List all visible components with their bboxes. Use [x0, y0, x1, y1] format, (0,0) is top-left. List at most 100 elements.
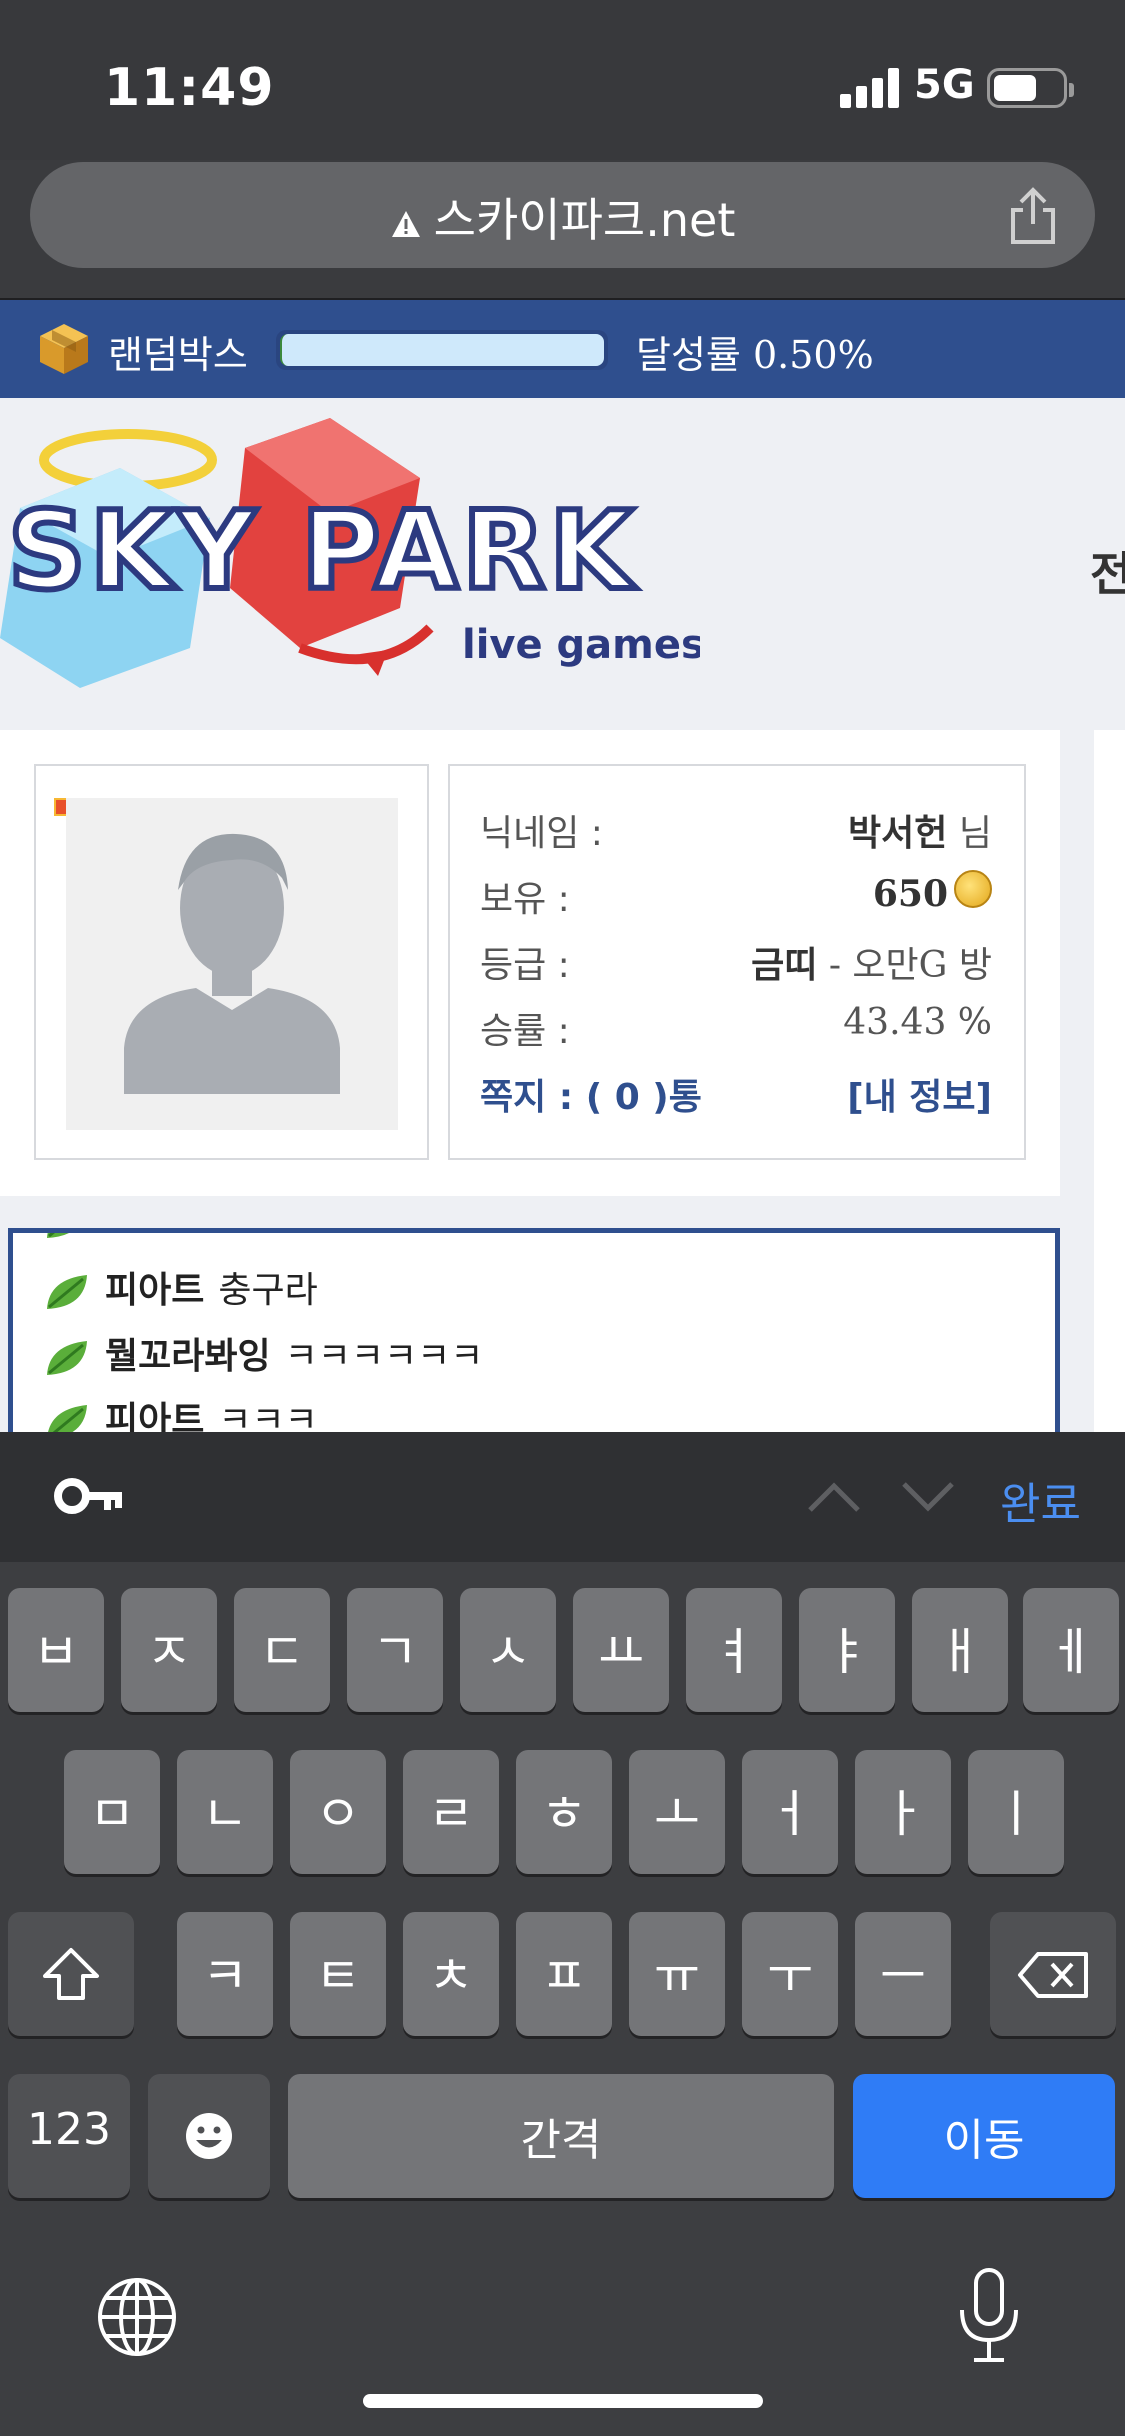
key-label: ㄱ — [372, 1623, 418, 1681]
password-key-icon[interactable] — [54, 1474, 126, 1518]
leaf-icon — [47, 1275, 87, 1309]
key-label: 이동 — [943, 2115, 1025, 2166]
key[interactable]: ㅓ — [742, 1750, 838, 1874]
my-info-link[interactable]: [내 정보] — [847, 1068, 992, 1120]
key[interactable]: ㅜ — [742, 1912, 838, 2036]
chevron-down-icon[interactable] — [900, 1478, 956, 1514]
url-display[interactable]: 스카이파크.net — [30, 184, 1095, 250]
url-text: 스카이파크.net — [433, 193, 736, 247]
logo-area: SKY PARK live games 전 — [0, 398, 1125, 730]
chevron-up-icon[interactable] — [806, 1478, 862, 1514]
nickname-value: 박서헌 — [848, 812, 948, 854]
key[interactable]: ㄴ — [177, 1750, 273, 1874]
profile-photo-frame — [34, 764, 429, 1160]
key[interactable]: ㅁ — [64, 1750, 160, 1874]
key-label: ㅜ — [767, 1947, 813, 2005]
key-label: ㅈ — [146, 1623, 192, 1681]
chat-nick[interactable]: 피아트 — [105, 1400, 204, 1432]
key-label: ㅡ — [880, 1947, 926, 2005]
web-content: 랜덤박스 달성률 0.50% SKY PARK live games 전 닉네임… — [0, 300, 1125, 1432]
logo-main-text: SKY PARK — [8, 489, 637, 614]
side-nav-text[interactable]: 전 — [1090, 538, 1125, 604]
winrate-value: 43.43 % — [843, 1002, 992, 1043]
coin-icon — [954, 870, 992, 908]
chat-text: ㅋㅋㅋ — [218, 1400, 318, 1432]
key[interactable]: ㅏ — [855, 1750, 951, 1874]
key[interactable]: ㅈ — [121, 1588, 217, 1712]
sky-park-logo[interactable]: SKY PARK live games — [0, 418, 705, 702]
key[interactable]: ㄹ — [403, 1750, 499, 1874]
right-panel-edge — [1094, 730, 1125, 1432]
links-row: 쪽지 : ( 0 )통 [내 정보] — [480, 1060, 992, 1118]
key[interactable]: ㄷ — [234, 1588, 330, 1712]
message-link[interactable]: 쪽지 : ( 0 )통 — [480, 1068, 702, 1120]
holding-label: 보유 : — [480, 879, 570, 920]
shift-key[interactable] — [8, 1912, 134, 2036]
holding-value: 650 — [872, 873, 948, 915]
key[interactable]: ㄱ — [347, 1588, 443, 1712]
key[interactable]: ㅠ — [629, 1912, 725, 2036]
chat-line: 피아트 충구라 — [43, 1261, 318, 1325]
random-box-bar: 랜덤박스 달성률 0.50% — [0, 300, 1125, 398]
key[interactable]: ㅂ — [8, 1588, 104, 1712]
progress-fill — [280, 334, 604, 366]
key[interactable]: ㅛ — [573, 1588, 669, 1712]
logo-sub-text: live games — [462, 622, 700, 668]
random-box-progress-bar — [276, 330, 608, 370]
holding-row: 보유 : 650 — [480, 862, 992, 920]
nickname-row: 닉네임 : 박서헌 님 — [480, 796, 992, 854]
emoji-key[interactable] — [148, 2074, 270, 2198]
cellular-signal-icon — [840, 68, 900, 108]
key-label: ㅎ — [541, 1785, 587, 1843]
go-key[interactable]: 이동 — [853, 2074, 1115, 2198]
profile-panel: 닉네임 : 박서헌 님 보유 : 650 등급 : 금띠 - 오만G 방 승률 … — [0, 730, 1060, 1196]
key[interactable]: ㅗ — [629, 1750, 725, 1874]
key-label: ㄷ — [259, 1623, 305, 1681]
grade-value: 금띠 — [751, 944, 818, 986]
done-button[interactable]: 완료 — [1000, 1468, 1081, 1532]
backspace-key[interactable] — [990, 1912, 1116, 2036]
address-bar[interactable]: 스카이파크.net — [30, 162, 1095, 268]
globe-icon[interactable] — [96, 2276, 178, 2358]
chat-box[interactable]: 피아트 충구라 뭘꼬라봐잉 ㅋㅋㅋㅋㅋㅋ 피아트 ㅋㅋㅋ — [8, 1228, 1060, 1432]
nickname-label: 닉네임 : — [480, 813, 603, 854]
chat-nick[interactable]: 피아트 — [105, 1270, 204, 1311]
key[interactable]: ㅌ — [290, 1912, 386, 2036]
share-icon[interactable] — [1007, 186, 1059, 246]
chat-nick[interactable]: 뭘꼬라봐잉 — [105, 1336, 271, 1377]
key[interactable]: ㅔ — [1023, 1588, 1119, 1712]
leaf-icon — [47, 1233, 69, 1238]
home-indicator[interactable] — [363, 2394, 763, 2408]
random-box-label[interactable]: 랜덤박스 — [108, 324, 248, 379]
status-bar: 11:49 5G — [0, 0, 1125, 160]
avatar[interactable] — [66, 798, 398, 1130]
space-key[interactable]: 간격 — [288, 2074, 834, 2198]
grade-label: 등급 : — [480, 945, 570, 986]
key[interactable]: ㅅ — [460, 1588, 556, 1712]
key[interactable]: ㅋ — [177, 1912, 273, 2036]
achievement-rate: 달성률 0.50% — [636, 333, 874, 377]
numbers-key[interactable]: 123 — [8, 2074, 130, 2198]
key-label: ㅁ — [89, 1785, 135, 1843]
microphone-icon[interactable] — [954, 2266, 1024, 2366]
key-label: ㅣ — [993, 1785, 1039, 1843]
key-label: ㄹ — [428, 1785, 474, 1843]
warning-icon — [390, 209, 422, 239]
shift-arrow-icon — [43, 1948, 99, 2000]
key[interactable]: ㅍ — [516, 1912, 612, 2036]
key-label: ㅅ — [485, 1623, 531, 1681]
key-label: ㄴ — [202, 1785, 248, 1843]
key[interactable]: ㅣ — [968, 1750, 1064, 1874]
key[interactable]: ㅐ — [912, 1588, 1008, 1712]
key[interactable]: ㅎ — [516, 1750, 612, 1874]
treasure-box-icon[interactable] — [34, 316, 94, 378]
key[interactable]: ㅡ — [855, 1912, 951, 2036]
key-label: ㅂ — [33, 1623, 79, 1681]
key-label: ㅠ — [654, 1947, 700, 2005]
emoji-icon — [186, 2113, 232, 2159]
leaf-icon — [47, 1341, 87, 1375]
key[interactable]: ㅕ — [686, 1588, 782, 1712]
key[interactable]: ㅇ — [290, 1750, 386, 1874]
key[interactable]: ㅊ — [403, 1912, 499, 2036]
key[interactable]: ㅑ — [799, 1588, 895, 1712]
